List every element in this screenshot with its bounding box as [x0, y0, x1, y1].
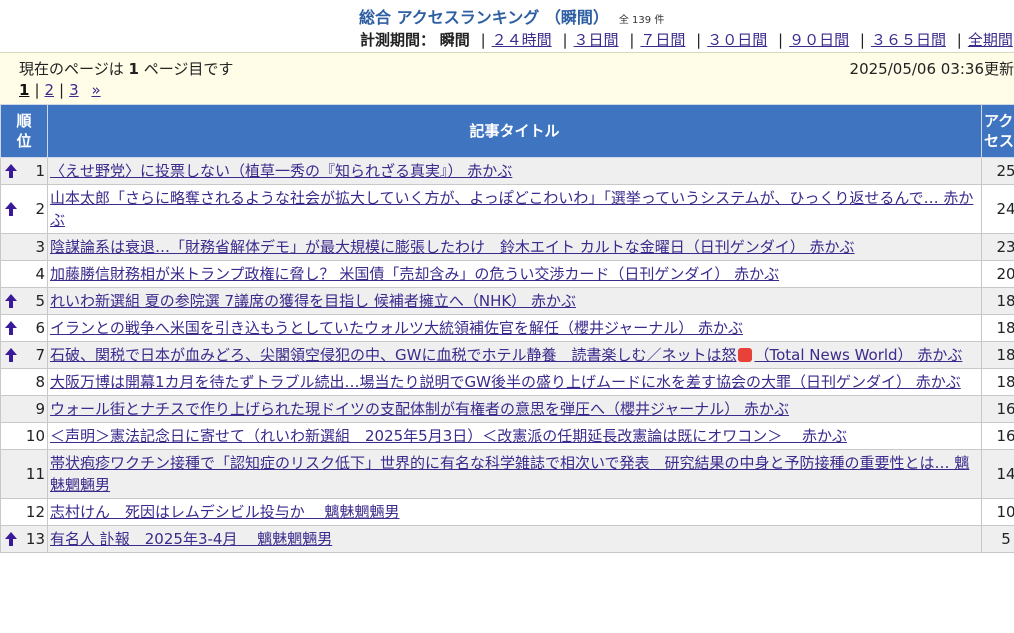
- page-info-box: 現在のページは 1 ページ目です 2025/05/06 03:36更新 1 | 2 |…: [0, 52, 1014, 104]
- article-link[interactable]: 大阪万博は開幕1カ月を待たずトラブル続出…場当たり説明でGW後半の盛り上げムード…: [50, 373, 961, 391]
- table-row: 4 加藤勝信財務相が米トランプ政権に脅し？ 米国債「売却含み」の危うい交渉カード…: [0, 260, 1014, 288]
- rank-up-arrow-icon: [5, 321, 17, 335]
- access-count: 18: [981, 314, 1014, 342]
- access-count: 18: [981, 287, 1014, 315]
- rank-cell: 5: [0, 287, 48, 315]
- updated-timestamp: 2025/05/06 03:36更新: [849, 60, 1014, 78]
- title-cell: 大阪万博は開幕1カ月を待たずトラブル続出…場当たり説明でGW後半の盛り上げムード…: [47, 368, 982, 396]
- period-link-all[interactable]: 全期間: [968, 31, 1013, 49]
- column-header-access: アクセス: [981, 104, 1014, 158]
- rank-up-arrow-icon: [5, 202, 17, 216]
- article-link[interactable]: ＜声明＞憲法記念日に寄せて（れいわ新選組 2025年5月3日）＜改憲派の任期延長…: [50, 427, 847, 445]
- rank-cell: 4: [0, 260, 48, 288]
- article-link[interactable]: 帯状疱疹ワクチン接種で「認知症のリスク低下」世界的に有名な科学雑誌で相次いで発表…: [50, 454, 969, 494]
- access-count: 16: [981, 422, 1014, 450]
- article-link[interactable]: 有名人 訃報 2025年3-4月 魑魅魍魎男: [50, 530, 332, 548]
- article-link[interactable]: 加藤勝信財務相が米トランプ政権に脅し？ 米国債「売却含み」の危うい交渉カード（日…: [50, 265, 779, 283]
- article-link[interactable]: ウォール街とナチスで作り上げられた現ドイツの支配体制が有権者の意思を弾圧へ（櫻井…: [50, 400, 789, 418]
- access-count: 24: [981, 184, 1014, 234]
- title-cell: イランとの戦争へ米国を引き込もうとしていたウォルツ大統領補佐官を解任（櫻井ジャー…: [47, 314, 982, 342]
- period-label: 計測期間：: [360, 31, 436, 49]
- pager-current-page: 1: [19, 81, 30, 99]
- rank-up-arrow-icon: [5, 164, 17, 178]
- rank-cell: 9: [0, 395, 48, 423]
- article-link[interactable]: 石破、関税で日本が血みどろ、尖閣領空侵犯の中、GWに血税でホテル静養 読書楽しむ…: [50, 346, 962, 364]
- title-cell: 石破、関税で日本が血みどろ、尖閣領空侵犯の中、GWに血税でホテル静養 読書楽しむ…: [47, 341, 982, 369]
- pagination: 1 | 2 | 3 »: [19, 81, 101, 99]
- access-count: 20: [981, 260, 1014, 288]
- table-row: 2 山本太郎「さらに略奪されるような社会が拡大していく方が、よっぽどこわいわ」「…: [0, 184, 1014, 234]
- current-page-message: 現在のページは 1 ページ目です: [19, 60, 234, 78]
- table-row: 8 大阪万博は開幕1カ月を待たずトラブル続出…場当たり説明でGW後半の盛り上げム…: [0, 368, 1014, 396]
- period-current: 瞬間: [439, 31, 470, 49]
- table-row: 11 帯状疱疹ワクチン接種で「認知症のリスク低下」世界的に有名な科学雑誌で相次い…: [0, 449, 1014, 499]
- ranking-title-line: 総合 アクセスランキング （瞬間）全 139 件: [0, 0, 1014, 27]
- article-link[interactable]: イランとの戦争へ米国を引き込もうとしていたウォルツ大統領補佐官を解任（櫻井ジャー…: [50, 319, 743, 337]
- access-count: 23: [981, 233, 1014, 261]
- table-row: 10 ＜声明＞憲法記念日に寄せて（れいわ新選組 2025年5月3日）＜改憲派の任…: [0, 422, 1014, 450]
- article-link[interactable]: れいわ新選組 夏の参院選 7議席の獲得を目指し 候補者擁立へ（NHK） 赤かぶ: [50, 292, 576, 310]
- rank-cell: 12: [0, 498, 48, 526]
- access-count: 18: [981, 341, 1014, 369]
- total-count: 全 139 件: [618, 15, 665, 26]
- table-row: 7 石破、関税で日本が血みどろ、尖閣領空侵犯の中、GWに血税でホテル静養 読書楽…: [0, 341, 1014, 369]
- table-row: 12 志村けん 死因はレムデシビル投与か 魑魅魍魎男 10: [0, 498, 1014, 526]
- rank-cell: 7: [0, 341, 48, 369]
- period-selector: 計測期間： 瞬間 | ２４時間 | ３日間 | ７日間 | ３０日間 | ９０日間 | ３６…: [360, 31, 1013, 49]
- article-link[interactable]: 志村けん 死因はレムデシビル投与か 魑魅魍魎男: [50, 503, 399, 521]
- title-cell: 有名人 訃報 2025年3-4月 魑魅魍魎男: [47, 525, 982, 553]
- column-header-title: 記事タイトル: [47, 104, 982, 158]
- table-row: 3 陰謀論系は衰退…「財務省解体デモ」が最大規模に膨張したわけ 鈴木エイト カル…: [0, 233, 1014, 261]
- column-header-rank: 順位: [0, 104, 48, 158]
- access-count: 14: [981, 449, 1014, 499]
- rank-cell: 8: [0, 368, 48, 396]
- rank-up-arrow-icon: [5, 294, 17, 308]
- article-link[interactable]: 山本太郎「さらに略奪されるような社会が拡大していく方が、よっぽどこわいわ」「選挙…: [50, 189, 973, 229]
- article-link[interactable]: 〈えせ野党〉に投票しない（植草一秀の『知られざる真実』） 赤かぶ: [50, 162, 512, 180]
- access-count: 18: [981, 368, 1014, 396]
- rank-cell: 11: [0, 449, 48, 499]
- period-link-365d[interactable]: ３６５日間: [871, 31, 946, 49]
- rank-cell: 3: [0, 233, 48, 261]
- table-row: 6 イランとの戦争へ米国を引き込もうとしていたウォルツ大統領補佐官を解任（櫻井ジ…: [0, 314, 1014, 342]
- article-link[interactable]: 陰謀論系は衰退…「財務省解体デモ」が最大規模に膨張したわけ 鈴木エイト カルトな…: [50, 238, 855, 256]
- title-cell: れいわ新選組 夏の参院選 7議席の獲得を目指し 候補者擁立へ（NHK） 赤かぶ: [47, 287, 982, 315]
- period-link-30d[interactable]: ３０日間: [707, 31, 767, 49]
- rank-cell: 6: [0, 314, 48, 342]
- rank-cell: 1: [0, 157, 48, 185]
- access-count: 25: [981, 157, 1014, 185]
- pager-page-2[interactable]: 2: [45, 81, 55, 99]
- page-title: 総合 アクセスランキング （瞬間）全 139 件: [359, 8, 665, 27]
- ranking-table: 順位 記事タイトル アクセス 1 〈えせ野党〉に投票しない（植草一秀の『知られざ…: [0, 104, 1014, 553]
- access-count: 16: [981, 395, 1014, 423]
- access-count: 10: [981, 498, 1014, 526]
- period-link-7d[interactable]: ７日間: [640, 31, 685, 49]
- table-row: 13 有名人 訃報 2025年3-4月 魑魅魍魎男 5: [0, 525, 1014, 553]
- title-cell: 山本太郎「さらに略奪されるような社会が拡大していく方が、よっぽどこわいわ」「選挙…: [47, 184, 982, 234]
- table-header-row: 順位 記事タイトル アクセス: [0, 104, 1014, 158]
- rank-up-arrow-icon: [5, 348, 17, 362]
- title-cell: 加藤勝信財務相が米トランプ政権に脅し？ 米国債「売却含み」の危うい交渉カード（日…: [47, 260, 982, 288]
- anger-emoji-icon: [738, 348, 753, 362]
- table-row: 1 〈えせ野党〉に投票しない（植草一秀の『知られざる真実』） 赤かぶ 25: [0, 157, 1014, 185]
- pager-page-3[interactable]: 3: [69, 81, 79, 99]
- period-link-3d[interactable]: ３日間: [574, 31, 619, 49]
- title-cell: 帯状疱疹ワクチン接種で「認知症のリスク低下」世界的に有名な科学雑誌で相次いで発表…: [47, 449, 982, 499]
- title-cell: 〈えせ野党〉に投票しない（植草一秀の『知られざる真実』） 赤かぶ: [47, 157, 982, 185]
- period-link-90d[interactable]: ９０日間: [789, 31, 849, 49]
- period-link-24h[interactable]: ２４時間: [492, 31, 552, 49]
- rank-cell: 10: [0, 422, 48, 450]
- pager-next-button[interactable]: »: [91, 81, 100, 99]
- rank-up-arrow-icon: [5, 532, 17, 546]
- title-cell: ＜声明＞憲法記念日に寄せて（れいわ新選組 2025年5月3日）＜改憲派の任期延長…: [47, 422, 982, 450]
- rank-cell: 13: [0, 525, 48, 553]
- title-cell: ウォール街とナチスで作り上げられた現ドイツの支配体制が有権者の意思を弾圧へ（櫻井…: [47, 395, 982, 423]
- title-cell: 志村けん 死因はレムデシビル投与か 魑魅魍魎男: [47, 498, 982, 526]
- table-row: 9 ウォール街とナチスで作り上げられた現ドイツの支配体制が有権者の意思を弾圧へ（…: [0, 395, 1014, 423]
- table-row: 5 れいわ新選組 夏の参院選 7議席の獲得を目指し 候補者擁立へ（NHK） 赤か…: [0, 287, 1014, 315]
- rank-cell: 2: [0, 184, 48, 234]
- title-cell: 陰謀論系は衰退…「財務省解体デモ」が最大規模に膨張したわけ 鈴木エイト カルトな…: [47, 233, 982, 261]
- access-count: 5: [981, 525, 1014, 553]
